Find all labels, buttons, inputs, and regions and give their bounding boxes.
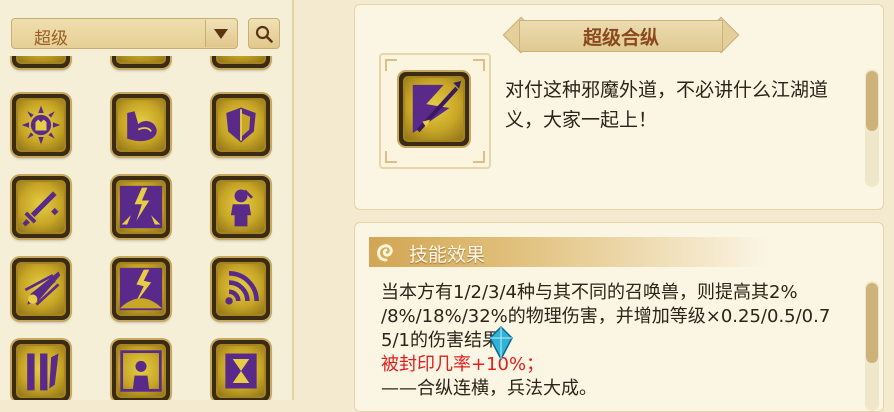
skill-description: 对付这种邪魔外道，不必讲什么江湖道义，大家一起上！	[505, 79, 829, 131]
skill-icon-partial-1[interactable]	[12, 56, 70, 68]
flag-spear-icon	[412, 80, 462, 134]
skill-portrait-frame	[379, 53, 491, 169]
frame-corner	[385, 151, 397, 163]
dropdown-arrow-button[interactable]	[205, 20, 236, 47]
skill-icon-partial-2[interactable]	[112, 56, 170, 68]
skill-info-card: 超级合纵 对付这种邪魔外道，不必讲什么江湖道义，大家一起上！	[354, 4, 884, 210]
skill-title: 超级合纵	[582, 27, 659, 49]
skill-icon-wifi-wave[interactable]	[212, 258, 270, 320]
search-icon	[255, 25, 273, 43]
description-scroll-thumb[interactable]	[866, 71, 878, 131]
warrior-figure-icon	[230, 189, 253, 227]
crystal-cursor-icon	[489, 326, 513, 360]
skill-title-banner: 超级合纵	[502, 16, 740, 55]
effect-line-2: /8%/18%/32%的物理伤害，并增加等级×0.25/0.5/0.7	[381, 306, 831, 327]
skill-icon-sun-tower[interactable]	[12, 94, 70, 156]
skill-icon-lightning-crack[interactable]	[112, 258, 170, 320]
description-scrollbar[interactable]	[865, 69, 879, 187]
swirl-icon	[377, 244, 393, 262]
lightning-crack-icon	[119, 267, 163, 311]
skill-icon-warrior-figure[interactable]	[212, 176, 270, 238]
effect-description: 当本方有1/2/3/4种与其不同的召唤兽，则提高其2% /8%/18%/32%的…	[381, 281, 851, 401]
skill-icon-lightning-burst[interactable]	[112, 176, 170, 238]
effect-scroll-thumb[interactable]	[866, 283, 878, 363]
skill-detail-panel: 超级合纵 对付这种邪魔外道，不必讲什么江湖道义，大家一起上！ 技能效果 当本方有…	[354, 0, 894, 412]
sun-tower-icon	[21, 105, 61, 145]
dual-figures-icon	[120, 350, 162, 392]
skill-icon-flexed-arm[interactable]	[112, 94, 170, 156]
skill-list-panel: 超级	[0, 0, 294, 400]
skill-icon-sword[interactable]	[12, 176, 70, 238]
lightning-burst-icon	[119, 185, 163, 229]
triangle-down-icon	[214, 29, 228, 39]
effect-scrollbar[interactable]	[865, 281, 879, 411]
filter-selected-value: 超级	[34, 29, 68, 49]
skill-effect-card: 技能效果 当本方有1/2/3/4种与其不同的召唤兽，则提高其2% /8%/18%…	[354, 222, 884, 412]
flaming-comet-icon	[24, 271, 61, 306]
effect-line-3: 5/1的伤害结果；	[381, 330, 518, 351]
skill-icon-claws[interactable]	[12, 340, 70, 400]
seal-chance-line: 被封印几率+10%；	[381, 354, 545, 375]
skill-icon-hourglass[interactable]	[212, 340, 270, 400]
skill-icon-grid	[0, 56, 292, 400]
skill-portrait	[399, 72, 469, 146]
skill-icon-partial-3[interactable]	[212, 56, 270, 68]
effect-line-1: 当本方有1/2/3/4种与其不同的召唤兽，则提高其2%	[381, 282, 798, 303]
skill-icon-dual-figures[interactable]	[112, 340, 170, 400]
effect-motto: ——合纵连横，兵法大成。	[381, 378, 597, 399]
skill-icon-shield[interactable]	[212, 94, 270, 156]
search-button[interactable]	[248, 18, 280, 49]
effect-section-header: 技能效果	[369, 237, 769, 267]
wifi-wave-icon	[225, 271, 259, 305]
hourglass-icon	[225, 353, 257, 389]
skill-icon-flaming-comet[interactable]	[12, 258, 70, 320]
claws-icon	[27, 353, 59, 391]
frame-corner	[385, 59, 397, 71]
sword-icon	[22, 191, 59, 227]
frame-corner	[473, 59, 485, 71]
skill-filter-dropdown[interactable]: 超级	[11, 18, 238, 49]
shield-icon	[226, 107, 256, 143]
effect-section-title: 技能效果	[409, 244, 486, 266]
frame-corner	[473, 151, 485, 163]
flexed-arm-icon	[127, 111, 157, 142]
